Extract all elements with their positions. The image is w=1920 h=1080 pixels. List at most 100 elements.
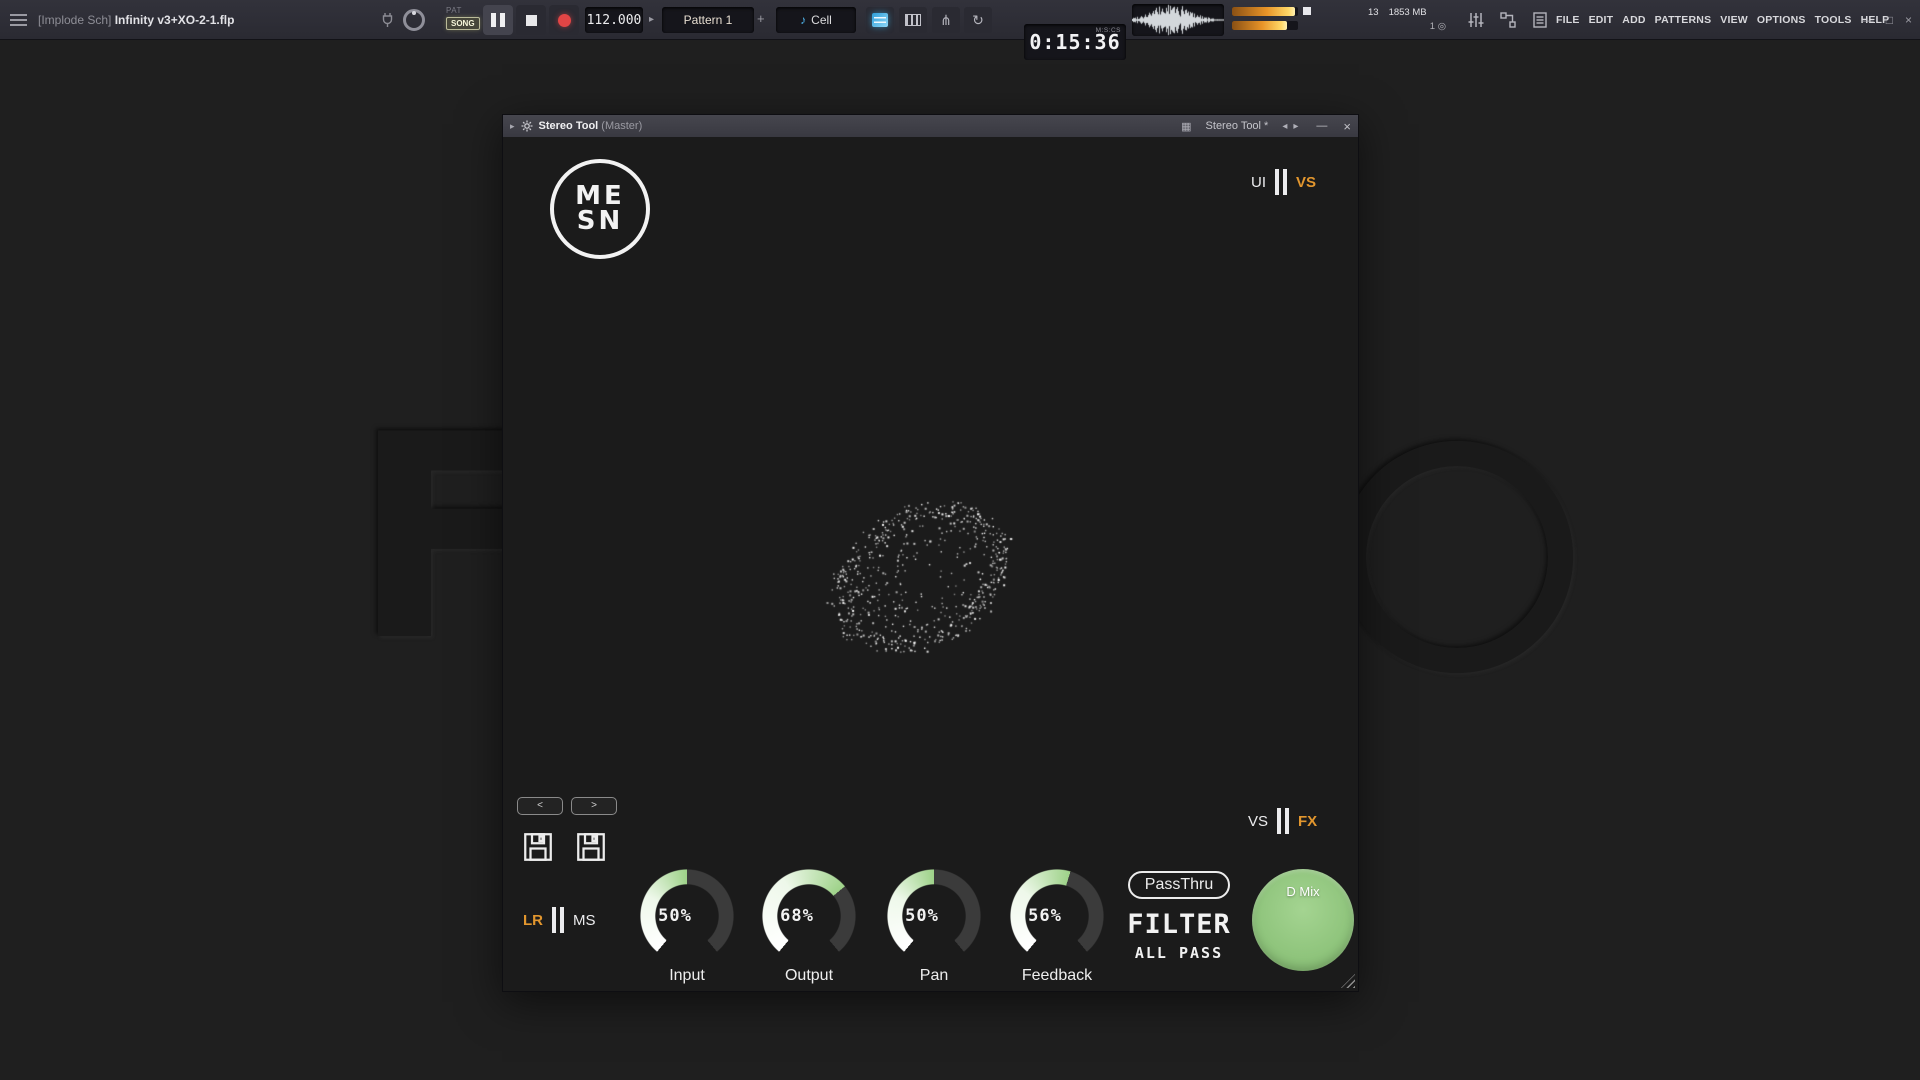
menu-add[interactable]: ADD bbox=[1622, 14, 1645, 26]
preset-prev-icon[interactable]: ◂ bbox=[1282, 121, 1287, 132]
plugin-titlebar[interactable]: ▸ Stereo Tool (Master) ▦ Stereo Tool * ◂… bbox=[503, 115, 1358, 137]
window-controls: — □ × bbox=[1862, 0, 1912, 40]
vs-option[interactable]: VS bbox=[1296, 174, 1316, 191]
playlist-button[interactable] bbox=[866, 7, 894, 33]
router-button[interactable] bbox=[1494, 7, 1522, 33]
mesn-logo: ME SN bbox=[550, 159, 650, 259]
save-preset-as-button[interactable] bbox=[573, 829, 609, 865]
floppy-icon bbox=[520, 829, 556, 865]
dry-mix-label: D Mix bbox=[1252, 884, 1354, 899]
oscilloscope-canvas bbox=[1132, 4, 1224, 36]
fx-option[interactable]: FX bbox=[1298, 813, 1317, 830]
memory-usage: 1853 MB bbox=[1389, 7, 1427, 18]
passthru-button[interactable]: PassThru bbox=[1128, 871, 1230, 899]
preset-name[interactable]: Stereo Tool * bbox=[1206, 120, 1269, 132]
browser-button[interactable] bbox=[1526, 7, 1554, 33]
record-button[interactable] bbox=[549, 5, 579, 35]
logo-line2: SN bbox=[577, 209, 624, 234]
gear-icon[interactable] bbox=[521, 120, 533, 132]
stop-icon bbox=[526, 15, 537, 26]
menu-edit[interactable]: EDIT bbox=[1589, 14, 1614, 26]
cpu-meter-fill bbox=[1232, 7, 1295, 16]
tuner-icon: ⋔ bbox=[940, 13, 952, 27]
preset-next-button[interactable]: > bbox=[571, 797, 617, 815]
grid-icon[interactable]: ▦ bbox=[1181, 120, 1191, 133]
menu-patterns[interactable]: PATTERNS bbox=[1655, 14, 1712, 26]
cell-label: Cell bbox=[811, 13, 832, 27]
tuner-button[interactable]: ⋔ bbox=[932, 7, 960, 33]
resize-handle[interactable] bbox=[1341, 974, 1355, 988]
input-knob[interactable]: 50% Input bbox=[627, 868, 747, 985]
plugin-subtitle: (Master) bbox=[601, 120, 642, 132]
time-unit-label: M:S:CS bbox=[1096, 27, 1121, 34]
record-icon bbox=[558, 14, 571, 27]
vectorscope-canvas bbox=[750, 427, 1090, 727]
plug-icon[interactable] bbox=[380, 12, 395, 33]
ui-vs-toggle: UI VS bbox=[1251, 168, 1316, 196]
counter-value: 1 bbox=[1430, 21, 1435, 32]
preset-prev-button[interactable]: < bbox=[517, 797, 563, 815]
output-knob[interactable]: 68% Output bbox=[749, 868, 869, 985]
stop-button[interactable] bbox=[516, 5, 546, 35]
maximize-icon[interactable]: □ bbox=[1886, 13, 1893, 27]
pan-knob[interactable]: 50% Pan bbox=[874, 868, 994, 985]
piano-roll-button[interactable] bbox=[899, 7, 927, 33]
cell-selector[interactable]: ♪ Cell bbox=[776, 7, 856, 33]
pattern-selector[interactable]: Pattern 1 bbox=[662, 7, 754, 33]
polyphony-count: 13 bbox=[1368, 7, 1379, 18]
toggle-bars-icon bbox=[1277, 808, 1289, 834]
plugin-title: Stereo Tool bbox=[539, 120, 599, 132]
knob-value: 68% bbox=[749, 868, 845, 964]
toggle-bars-icon bbox=[1275, 169, 1287, 195]
menu-view[interactable]: VIEW bbox=[1720, 14, 1748, 26]
master-knob[interactable] bbox=[403, 9, 425, 31]
resource-stats: 13 1853 MB 1 ◎ bbox=[1368, 7, 1448, 32]
filter-title: FILTER bbox=[1099, 909, 1259, 940]
detach-arrow-icon[interactable]: ▸ bbox=[510, 121, 515, 132]
knob-label: Output bbox=[785, 967, 833, 985]
note-icon: ♪ bbox=[800, 13, 806, 27]
plugin-minimize-icon[interactable]: — bbox=[1316, 120, 1327, 132]
pause-button[interactable] bbox=[483, 5, 513, 35]
minimize-icon[interactable]: — bbox=[1862, 13, 1874, 27]
ms-option[interactable]: MS bbox=[573, 912, 596, 929]
menu-tools[interactable]: TOOLS bbox=[1815, 14, 1852, 26]
save-preset-button[interactable] bbox=[520, 829, 556, 865]
tempo-display[interactable]: 112.000 bbox=[585, 7, 643, 33]
lr-ms-toggle: LR MS bbox=[523, 906, 596, 934]
song-label[interactable]: SONG bbox=[446, 17, 480, 30]
pause-icon bbox=[500, 13, 505, 27]
memory-meter-fill bbox=[1232, 21, 1287, 30]
vs-option[interactable]: VS bbox=[1248, 813, 1268, 830]
preset-next-icon[interactable]: ▸ bbox=[1293, 121, 1298, 132]
smart-disable-icon: ◎ bbox=[1438, 21, 1446, 32]
cpu-meter bbox=[1232, 7, 1298, 30]
knob-value: 50% bbox=[627, 868, 723, 964]
time-display[interactable]: 0:15:36 M:S:CS bbox=[1024, 24, 1126, 60]
main-menu-icon[interactable] bbox=[10, 14, 27, 27]
mixer-button[interactable] bbox=[1462, 7, 1490, 33]
dry-mix-knob[interactable]: D Mix bbox=[1252, 869, 1354, 971]
piano-roll-icon bbox=[905, 14, 921, 26]
pause-icon bbox=[491, 13, 496, 27]
menu-options[interactable]: OPTIONS bbox=[1757, 14, 1806, 26]
menu-bar: FILE EDIT ADD PATTERNS VIEW OPTIONS TOOL… bbox=[1556, 0, 1889, 40]
pat-song-switch[interactable]: PAT SONG bbox=[446, 6, 480, 30]
filter-mode[interactable]: ALL PASS bbox=[1099, 944, 1259, 962]
add-pattern-button[interactable]: + bbox=[757, 11, 765, 26]
loop-record-button[interactable]: ↻ bbox=[964, 7, 992, 33]
project-title-prefix: [Implode Sch] bbox=[38, 13, 111, 27]
project-title: [Implode Sch] Infinity v3+XO-2-1.flp bbox=[38, 13, 234, 27]
knob-label: Input bbox=[669, 967, 705, 985]
browser-icon bbox=[1531, 11, 1549, 29]
vs-fx-toggle: VS FX bbox=[1248, 807, 1317, 835]
ui-option[interactable]: UI bbox=[1251, 174, 1266, 191]
pat-label[interactable]: PAT bbox=[446, 6, 462, 15]
lr-option[interactable]: LR bbox=[523, 912, 543, 929]
toggle-bars-icon bbox=[552, 907, 564, 933]
next-arrow-icon[interactable]: ▸ bbox=[649, 14, 654, 25]
plugin-close-icon[interactable]: × bbox=[1343, 119, 1351, 134]
menu-file[interactable]: FILE bbox=[1556, 14, 1580, 26]
knob-value: 56% bbox=[997, 868, 1093, 964]
close-icon[interactable]: × bbox=[1905, 13, 1912, 27]
